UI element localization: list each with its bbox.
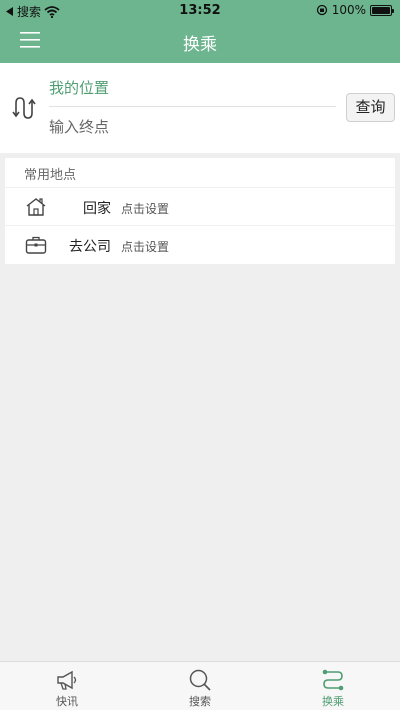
route-icon bbox=[322, 669, 344, 691]
query-button[interactable]: 查询 bbox=[346, 93, 395, 122]
tab-label-transfer: 换乘 bbox=[322, 695, 344, 708]
battery-icon bbox=[370, 4, 394, 16]
battery-percent: 100% bbox=[331, 3, 366, 17]
tab-news[interactable]: 快讯 bbox=[0, 662, 134, 710]
megaphone-icon bbox=[57, 670, 77, 690]
frequent-places-panel: 常用地点 回家 点击设置 去公司 点击设置 bbox=[5, 158, 395, 264]
swap-direction-icon[interactable] bbox=[12, 93, 38, 123]
tab-transfer[interactable]: 换乘 bbox=[266, 662, 400, 710]
place-name-home: 回家 bbox=[83, 201, 111, 217]
place-name-work: 去公司 bbox=[69, 239, 111, 255]
place-hint-home: 点击设置 bbox=[121, 202, 170, 216]
home-icon bbox=[26, 198, 46, 216]
orientation-lock-icon bbox=[316, 4, 327, 16]
briefcase-icon bbox=[25, 236, 47, 254]
tab-label-search: 搜索 bbox=[189, 695, 211, 708]
place-row-home[interactable]: 回家 点击设置 bbox=[5, 187, 395, 225]
tab-label-news: 快讯 bbox=[56, 695, 78, 708]
tab-search[interactable]: 搜索 bbox=[133, 662, 267, 710]
route-panel: 我的位置 查询 bbox=[0, 63, 400, 153]
frequent-places-title: 常用地点 bbox=[24, 168, 77, 183]
app-header: 搜索 13:52 100% 换乘 bbox=[0, 0, 400, 63]
destination-input[interactable] bbox=[49, 118, 329, 136]
origin-field[interactable]: 我的位置 bbox=[49, 77, 109, 98]
status-right: 100% bbox=[316, 3, 394, 17]
place-row-work[interactable]: 去公司 点击设置 bbox=[5, 225, 395, 263]
place-hint-work: 点击设置 bbox=[121, 240, 170, 254]
search-icon bbox=[189, 669, 211, 691]
page-title: 换乘 bbox=[183, 35, 217, 55]
field-divider bbox=[49, 106, 336, 107]
bottom-tab-bar: 快讯 搜索 换乘 bbox=[0, 661, 400, 710]
status-bar: 搜索 13:52 100% bbox=[0, 0, 400, 20]
